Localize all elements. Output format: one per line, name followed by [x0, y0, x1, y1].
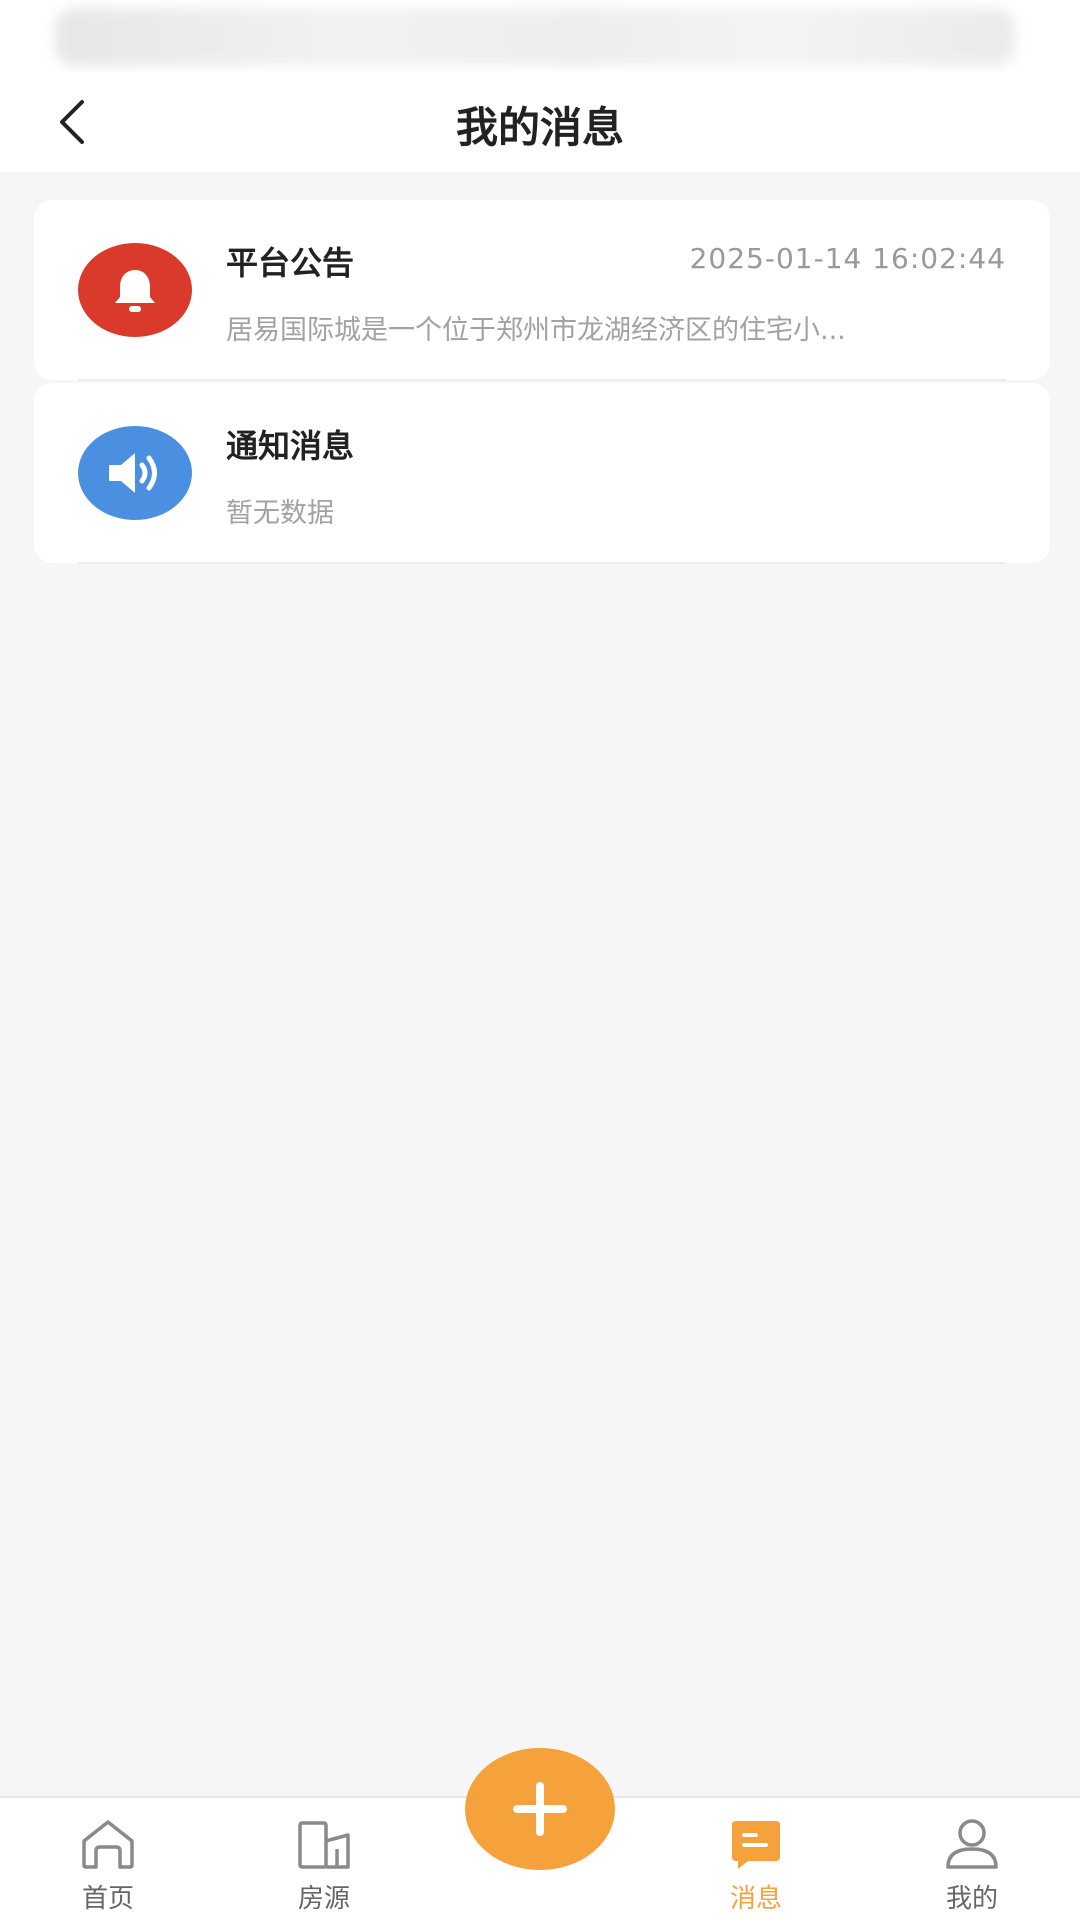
message-title: 平台公告	[226, 244, 355, 282]
tab-label: 房源	[297, 1884, 350, 1914]
building-icon	[294, 1816, 354, 1872]
tab-home[interactable]: 首页	[38, 1798, 178, 1920]
message-title: 通知消息	[226, 427, 355, 465]
status-bar-blurred-content	[55, 8, 1015, 66]
divider	[78, 379, 1006, 381]
add-button[interactable]	[465, 1748, 615, 1870]
message-time: 2025-01-14 16:02:44	[689, 242, 1006, 275]
tab-label: 首页	[81, 1884, 134, 1914]
user-icon	[942, 1816, 1002, 1872]
tab-listings[interactable]: 房源	[254, 1798, 394, 1920]
bell-icon	[78, 243, 192, 337]
tab-label: 消息	[729, 1884, 782, 1914]
message-item-announcement[interactable]: 平台公告 2025-01-14 16:02:44 居易国际城是一个位于郑州市龙湖…	[34, 200, 1050, 381]
divider	[78, 562, 1006, 564]
tab-label: 我的	[945, 1884, 998, 1914]
page-title: 我的消息	[455, 103, 624, 152]
message-preview: 暂无数据	[226, 498, 334, 529]
message-preview: 居易国际城是一个位于郑州市龙湖经济区的住宅小...	[226, 315, 846, 346]
page-header: 我的消息	[0, 72, 1080, 172]
plus-icon	[513, 1782, 567, 1836]
message-icon	[726, 1816, 786, 1872]
status-bar	[0, 0, 1080, 72]
home-icon	[78, 1816, 138, 1872]
tab-messages[interactable]: 消息	[686, 1798, 826, 1920]
message-item-notification[interactable]: 通知消息 暂无数据	[34, 383, 1050, 564]
tab-mine[interactable]: 我的	[902, 1798, 1042, 1920]
speaker-icon	[78, 426, 192, 520]
